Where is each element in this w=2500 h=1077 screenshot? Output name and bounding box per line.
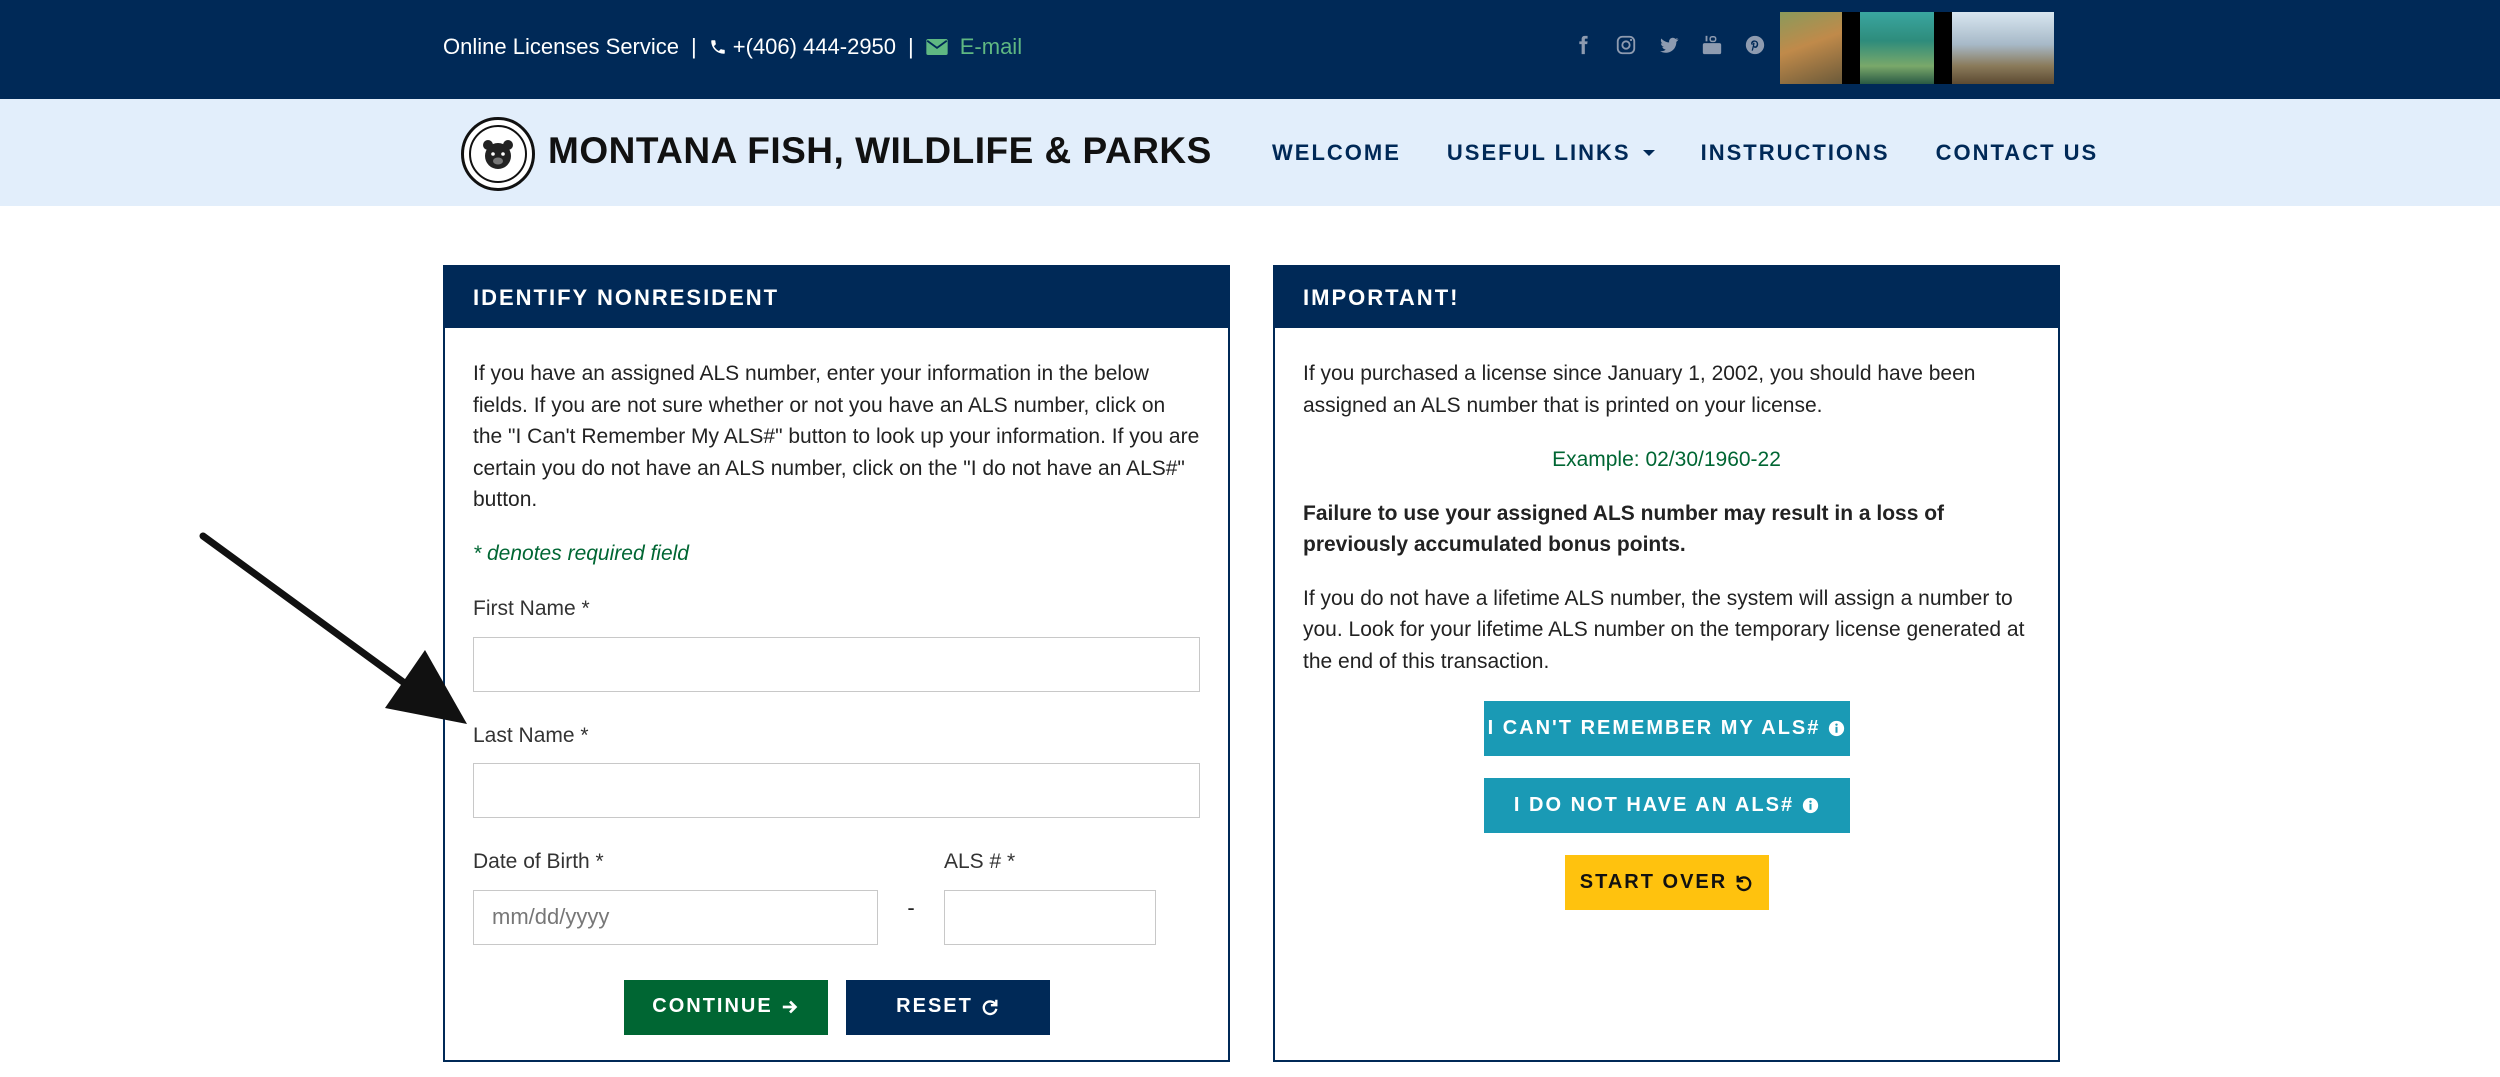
hiker-photo <box>1780 12 1842 84</box>
dob-als-row: Date of Birth * mm/dd/yyyy - ALS # * <box>473 846 1200 945</box>
service-name: Online Licenses Service <box>443 34 680 59</box>
fish-photo <box>1860 12 1934 84</box>
arrow-right-icon <box>782 1000 798 1014</box>
top-bar: Online Licenses Service | +(406) 444-295… <box>0 0 2500 99</box>
nav-contact-us-label: CONTACT US <box>1935 140 2099 165</box>
instagram-icon[interactable] <box>1615 34 1637 56</box>
license-info-text: If you purchased a license since January… <box>1303 362 1976 417</box>
youtube-icon[interactable] <box>1701 34 1723 56</box>
identify-form: If you have an assigned ALS number, ente… <box>445 328 1228 1035</box>
group-hike-photo <box>1952 12 2054 84</box>
bear-icon <box>469 125 527 183</box>
identify-nonresident-panel: IDENTIFY NONRESIDENT If you have an assi… <box>443 265 1230 1062</box>
phone-link[interactable]: +(406) 444-2950 <box>733 34 896 60</box>
dob-group: Date of Birth * mm/dd/yyyy <box>473 846 878 945</box>
start-over-label: START OVER <box>1579 870 1728 893</box>
photo-divider <box>1934 12 1952 84</box>
photo-divider <box>1842 12 1860 84</box>
als-input[interactable] <box>944 889 1156 945</box>
facebook-icon[interactable] <box>1572 34 1594 56</box>
continue-label: CONTINUE <box>652 995 773 1018</box>
reset-button[interactable]: RESET <box>845 979 1050 1035</box>
nav-useful-links[interactable]: USEFUL LINKS <box>1447 140 1655 166</box>
main-navbar <box>0 99 2500 206</box>
intro-text: If you have an assigned ALS number, ente… <box>473 362 1200 511</box>
nav-menu: WELCOME USEFUL LINKS INSTRUCTIONS CONTAC… <box>1272 140 2098 166</box>
last-name-input[interactable] <box>473 763 1200 818</box>
nav-welcome[interactable]: WELCOME <box>1272 140 1401 166</box>
als-label: ALS # * <box>944 850 1016 873</box>
header-photo-strip <box>1780 12 2054 84</box>
reset-label: RESET <box>896 995 973 1018</box>
no-als-label: I DO NOT HAVE AN ALS# <box>1513 793 1795 816</box>
lifetime-als-text: If you do not have a lifetime ALS number… <box>1303 586 2025 673</box>
cant-remember-label: I CAN'T REMEMBER MY ALS# <box>1487 716 1821 739</box>
required-note: * denotes required field <box>473 541 689 565</box>
start-over-button[interactable]: START OVER <box>1564 855 1769 910</box>
email-link[interactable]: E-mail <box>960 34 1022 60</box>
nav-contact-us[interactable]: CONTACT US <box>1936 140 2099 166</box>
social-links <box>1572 34 1766 56</box>
important-body: If you purchased a license since January… <box>1275 328 2058 910</box>
pointer-arrow-icon <box>199 532 467 724</box>
separator: | <box>908 34 914 59</box>
nav-instructions[interactable]: INSTRUCTIONS <box>1701 140 1890 166</box>
info-icon <box>1802 797 1819 814</box>
first-name-label: First Name * <box>473 597 590 620</box>
last-name-label: Last Name * <box>473 723 589 747</box>
fwp-logo[interactable] <box>461 117 535 191</box>
dob-als-dash: - <box>878 846 944 945</box>
continue-button[interactable]: CONTINUE <box>623 979 828 1035</box>
dob-input[interactable]: mm/dd/yyyy <box>473 889 878 945</box>
envelope-icon <box>926 39 948 55</box>
als-group: ALS # * <box>944 846 1156 945</box>
brand-name[interactable]: MONTANA FISH, WILDLIFE & PARKS <box>548 130 1212 172</box>
panel-title: IDENTIFY NONRESIDENT <box>445 267 1228 328</box>
nav-instructions-label: INSTRUCTIONS <box>1700 140 1890 165</box>
form-actions: CONTINUE RESET <box>473 979 1200 1035</box>
refresh-icon <box>982 999 998 1016</box>
als-help-actions: I CAN'T REMEMBER MY ALS# I DO NOT HAVE A… <box>1303 701 2030 910</box>
caret-down-icon <box>1642 150 1655 156</box>
nav-welcome-label: WELCOME <box>1272 140 1401 165</box>
twitter-icon[interactable] <box>1658 34 1680 56</box>
separator: | <box>691 34 697 59</box>
important-panel: IMPORTANT! If you purchased a license si… <box>1273 265 2060 1062</box>
contact-strip: Online Licenses Service | +(406) 444-295… <box>443 34 1022 60</box>
phone-icon <box>710 40 725 54</box>
info-icon <box>1829 720 1845 737</box>
als-example: Example: 02/30/1960-22 <box>1552 448 1781 471</box>
undo-icon <box>1736 875 1752 891</box>
nav-useful-links-label: USEFUL LINKS <box>1446 140 1631 165</box>
cant-remember-als-button[interactable]: I CAN'T REMEMBER MY ALS# <box>1483 701 1850 756</box>
no-als-button[interactable]: I DO NOT HAVE AN ALS# <box>1483 778 1850 833</box>
bonus-points-warning: Failure to use your assigned ALS number … <box>1303 501 1945 557</box>
dob-label: Date of Birth * <box>473 850 604 873</box>
dash-text: - <box>907 895 915 920</box>
first-name-input[interactable] <box>473 636 1200 692</box>
panel-title: IMPORTANT! <box>1275 267 2058 328</box>
pinterest-icon[interactable] <box>1744 34 1766 56</box>
